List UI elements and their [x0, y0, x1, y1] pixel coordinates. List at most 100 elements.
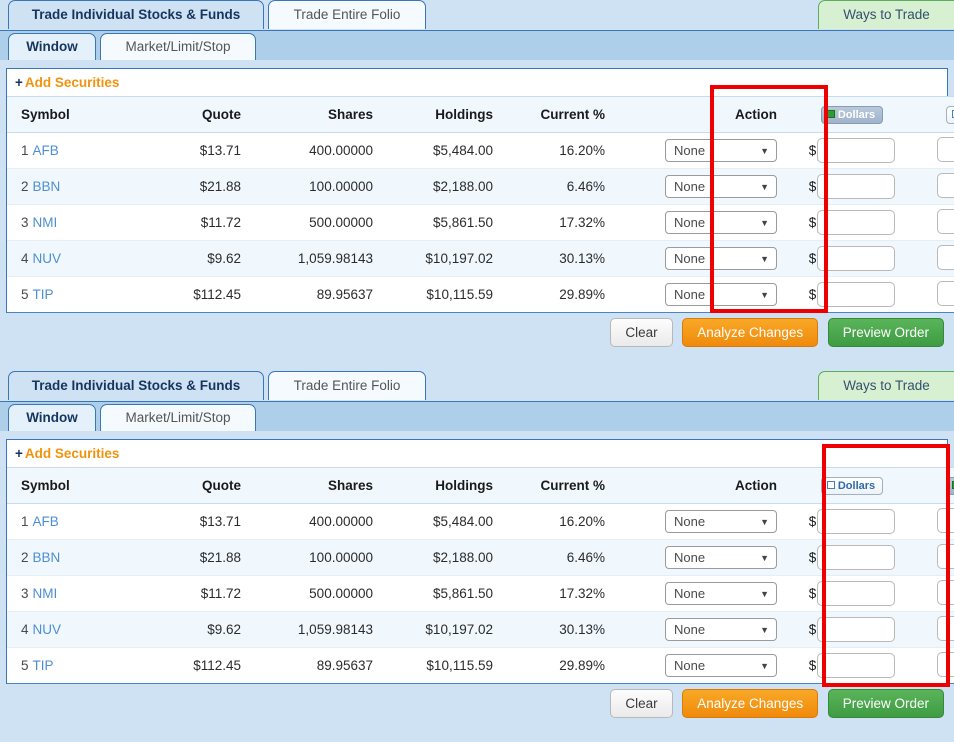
shares-input[interactable]: [937, 651, 954, 677]
shares-input[interactable]: [937, 208, 954, 234]
action-dropdown[interactable]: None ▼: [665, 618, 777, 641]
shares-input[interactable]: [937, 543, 954, 569]
add-securities-link[interactable]: + Add Securities: [7, 69, 947, 96]
dollars-input[interactable]: [817, 545, 896, 570]
column-header-action: Action: [735, 107, 777, 122]
action-dropdown[interactable]: None ▼: [665, 582, 777, 605]
shares-input[interactable]: [937, 244, 954, 270]
cell-action: None ▼: [617, 205, 787, 241]
tab-window[interactable]: Window: [8, 33, 96, 60]
tab-label: Trade Individual Stocks & Funds: [31, 7, 241, 22]
symbol-link[interactable]: NMI: [33, 586, 58, 601]
tab-market-limit-stop[interactable]: Market/Limit/Stop: [100, 404, 256, 431]
shares-input[interactable]: [937, 579, 954, 605]
cell-action: None ▼: [617, 576, 787, 612]
shares-input[interactable]: [937, 172, 954, 198]
cell-holdings: $10,197.02: [425, 251, 493, 266]
cell-symbol: 3 NMI: [7, 205, 141, 241]
cell-symbol: 1 AFB: [7, 133, 141, 169]
shares-input[interactable]: [937, 507, 954, 533]
dollars-input[interactable]: [817, 617, 896, 642]
action-dropdown[interactable]: None ▼: [665, 654, 777, 677]
cell-shares: 100.00000: [309, 550, 373, 565]
action-dropdown-value: None: [674, 215, 706, 230]
shares-input[interactable]: [937, 136, 954, 162]
table-row: 2 BBN $21.88 100.00000 $2,188.00 6.46% No…: [7, 539, 954, 576]
tab-trade-entire-folio[interactable]: Trade Entire Folio: [268, 371, 426, 400]
dollars-input[interactable]: [817, 246, 896, 271]
symbol-link[interactable]: BBN: [33, 550, 61, 565]
action-dropdown[interactable]: None ▼: [665, 283, 777, 306]
analyze-changes-button[interactable]: Analyze Changes: [682, 318, 819, 347]
clear-button[interactable]: Clear: [610, 689, 673, 718]
cell-dollars-input: $: [787, 133, 917, 169]
tab-label: Ways to Trade: [843, 7, 930, 22]
cell-dollars-input: $: [787, 576, 917, 612]
cell-quote: $112.45: [193, 658, 241, 673]
action-dropdown-value: None: [674, 658, 706, 673]
dollars-input[interactable]: [817, 653, 896, 678]
cell-shares-input: [917, 648, 954, 684]
dollars-input[interactable]: [817, 210, 896, 235]
symbol-link[interactable]: TIP: [33, 287, 54, 302]
tab-market-limit-stop[interactable]: Market/Limit/Stop: [100, 33, 256, 60]
dollars-toggle-button[interactable]: Dollars: [820, 476, 884, 495]
dollars-input[interactable]: [817, 509, 896, 534]
preview-order-button[interactable]: Preview Order: [827, 689, 944, 718]
dollars-input[interactable]: [817, 138, 896, 163]
action-dropdown[interactable]: None ▼: [665, 546, 777, 569]
table-row: 1 AFB $13.71 400.00000 $5,484.00 16.20% N…: [7, 503, 954, 540]
cell-dollars-input: $: [787, 169, 917, 205]
cell-holdings: $2,188.00: [432, 550, 493, 565]
shares-toggle-button[interactable]: Shares: [946, 105, 954, 124]
column-header-quote: Quote: [202, 107, 241, 122]
shares-input[interactable]: [937, 615, 954, 641]
clear-button[interactable]: Clear: [610, 318, 673, 347]
table-row: 5 TIP $112.45 89.95637 $10,115.59 29.89% …: [7, 276, 954, 313]
cell-action: None ▼: [617, 648, 787, 684]
dollars-toggle-label: Dollars: [837, 479, 876, 492]
row-number: 2: [21, 179, 29, 194]
cell-dollars-input: $: [787, 241, 917, 277]
cell-holdings: $5,861.50: [432, 586, 493, 601]
cell-quote: $13.71: [199, 514, 241, 529]
column-header-symbol: Symbol: [21, 107, 70, 122]
action-dropdown[interactable]: None ▼: [665, 510, 777, 533]
tab-trade-individual-stocks-and-funds[interactable]: Trade Individual Stocks & Funds: [8, 0, 264, 29]
symbol-link[interactable]: NUV: [33, 251, 62, 266]
add-securities-link[interactable]: + Add Securities: [7, 440, 947, 467]
dollars-toggle-button[interactable]: Dollars: [820, 105, 884, 124]
tab-ways-to-trade[interactable]: Ways to Trade: [818, 371, 954, 400]
tab-window[interactable]: Window: [8, 404, 96, 431]
inner-tab-strip: Window Market/Limit/Stop: [0, 30, 954, 60]
symbol-link[interactable]: TIP: [33, 658, 54, 673]
dollars-input[interactable]: [817, 581, 896, 606]
cell-current-pct: 16.20%: [559, 143, 605, 158]
shares-toggle-button[interactable]: Shares: [946, 476, 954, 495]
dollars-input[interactable]: [817, 174, 896, 199]
symbol-link[interactable]: NUV: [33, 622, 62, 637]
action-dropdown[interactable]: None ▼: [665, 247, 777, 270]
symbol-link[interactable]: AFB: [33, 514, 59, 529]
dollars-input[interactable]: [817, 282, 896, 307]
analyze-changes-button[interactable]: Analyze Changes: [682, 689, 819, 718]
symbol-link[interactable]: BBN: [33, 179, 61, 194]
shares-input[interactable]: [937, 280, 954, 306]
tab-trade-individual-stocks-and-funds[interactable]: Trade Individual Stocks & Funds: [8, 371, 264, 400]
cell-shares: 400.00000: [309, 514, 373, 529]
cell-quote: $112.45: [193, 287, 241, 302]
cell-shares-input: [917, 169, 954, 205]
tab-trade-entire-folio[interactable]: Trade Entire Folio: [268, 0, 426, 29]
symbol-link[interactable]: AFB: [33, 143, 59, 158]
chevron-down-icon: ▼: [760, 182, 769, 192]
symbol-link[interactable]: NMI: [33, 215, 58, 230]
preview-order-button[interactable]: Preview Order: [827, 318, 944, 347]
cell-shares-input: [917, 277, 954, 313]
action-dropdown[interactable]: None ▼: [665, 211, 777, 234]
action-dropdown[interactable]: None ▼: [665, 139, 777, 162]
chevron-down-icon: ▼: [760, 553, 769, 563]
cell-shares-input: [917, 540, 954, 576]
action-dropdown[interactable]: None ▼: [665, 175, 777, 198]
tab-ways-to-trade[interactable]: Ways to Trade: [818, 0, 954, 29]
cell-action: None ▼: [617, 540, 787, 576]
